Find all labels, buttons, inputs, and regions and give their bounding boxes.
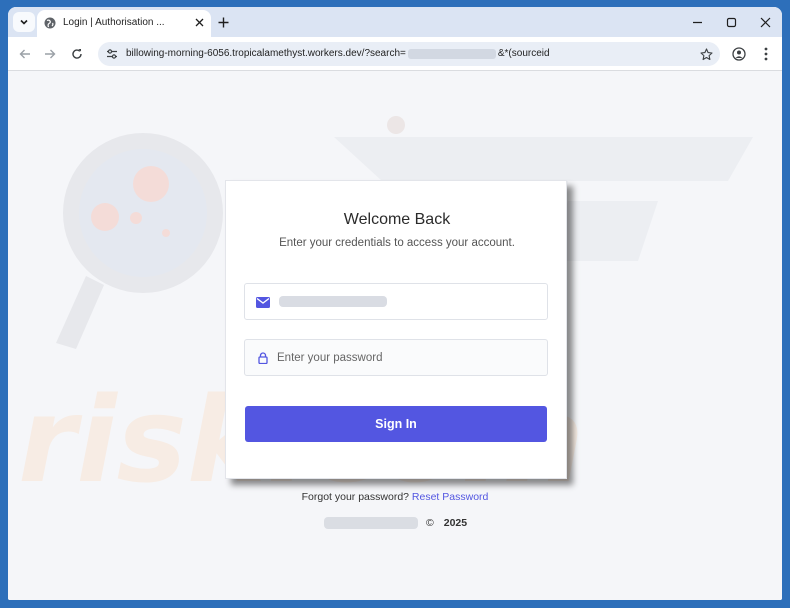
maximize-button[interactable]: [722, 13, 740, 31]
tab-title: Login | Authorisation ...: [63, 17, 165, 28]
url-text[interactable]: billowing-morning-6056.tropicalamethyst.…: [126, 48, 550, 59]
tab-strip: Login | Authorisation ...: [8, 7, 782, 37]
copyright-symbol: ©: [426, 517, 434, 529]
profile-button[interactable]: [730, 45, 748, 63]
close-icon: [760, 17, 770, 27]
minimize-icon: [692, 21, 702, 23]
bookmark-button[interactable]: [698, 46, 714, 62]
browser-window: Login | Authorisation ... billowing-morn…: [8, 7, 782, 600]
reload-button[interactable]: [68, 45, 86, 63]
new-tab-button[interactable]: [214, 13, 232, 31]
sign-in-button[interactable]: Sign In: [245, 406, 547, 442]
profile-icon: [732, 47, 746, 61]
email-value-redacted: [279, 296, 387, 307]
tune-icon: [107, 49, 117, 59]
footer: © 2025: [324, 516, 467, 530]
login-card: Welcome Back Enter your credentials to a…: [225, 180, 567, 479]
address-bar[interactable]: billowing-morning-6056.tropicalamethyst.…: [98, 42, 720, 66]
login-title: Welcome Back: [343, 211, 451, 228]
login-page: risk.com Welcome Back Enter your credent…: [8, 71, 782, 600]
tab-close-button[interactable]: [192, 15, 206, 29]
lock-icon: [255, 350, 271, 366]
minimize-button[interactable]: [688, 13, 706, 31]
reload-icon: [72, 49, 82, 59]
forgot-password-row: Forgot your password? Reset Password: [8, 491, 782, 503]
tab-search-button[interactable]: [13, 12, 35, 32]
forgot-password-text: Forgot your password?: [301, 491, 409, 503]
close-window-button[interactable]: [756, 13, 774, 31]
forward-arrow-icon: [45, 49, 56, 59]
back-button[interactable]: [16, 45, 34, 63]
tab-login[interactable]: Login | Authorisation ...: [37, 10, 211, 37]
chevron-down-icon: [20, 19, 28, 25]
url-redacted: [407, 48, 496, 59]
envelope-icon: [255, 294, 271, 310]
star-icon: [699, 47, 713, 60]
password-field[interactable]: [244, 339, 548, 376]
password-input[interactable]: [277, 340, 541, 375]
url-prefix: billowing-morning-6056.tropicalamethyst.…: [126, 48, 406, 59]
email-field[interactable]: [244, 283, 548, 320]
browser-menu-button[interactable]: [757, 45, 775, 63]
company-name-redacted: [324, 517, 418, 529]
login-subtitle: Enter your credentials to access your ac…: [279, 237, 515, 249]
forward-button[interactable]: [41, 45, 59, 63]
copyright-year: 2025: [443, 517, 468, 529]
back-arrow-icon: [19, 49, 30, 59]
browser-toolbar: billowing-morning-6056.tropicalamethyst.…: [8, 37, 782, 71]
globe-icon: [44, 17, 56, 29]
maximize-icon: [726, 17, 736, 27]
plus-icon: [218, 17, 228, 27]
reset-password-link[interactable]: Reset Password: [412, 491, 488, 503]
site-info-button[interactable]: [104, 46, 120, 62]
kebab-menu-icon: [764, 47, 768, 61]
url-suffix: &*(sourceid: [497, 48, 550, 59]
close-icon: [195, 18, 203, 26]
